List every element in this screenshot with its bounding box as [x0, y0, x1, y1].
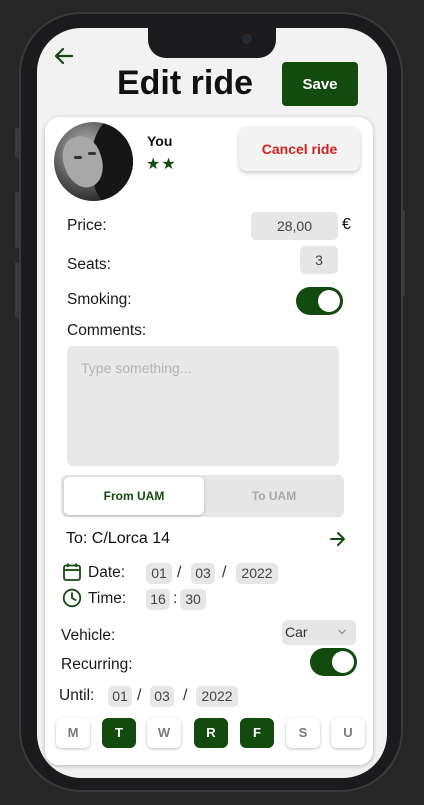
- time-label: Time:: [88, 590, 127, 607]
- user-name: You: [147, 133, 173, 149]
- app-screen: Edit ride Save You ★★ Cancel ride Price:…: [37, 28, 387, 778]
- save-button[interactable]: Save: [282, 62, 358, 106]
- direction-segmented-control: From UAM To UAM: [61, 475, 344, 517]
- day-toggle-monday[interactable]: M: [56, 718, 90, 748]
- vehicle-select[interactable]: Car: [282, 620, 356, 645]
- side-button: [15, 192, 19, 248]
- until-month-input[interactable]: 03: [150, 686, 174, 707]
- rating-stars: ★★: [146, 156, 177, 173]
- arrow-right-icon[interactable]: [329, 530, 347, 548]
- side-button: [15, 262, 19, 318]
- ride-card: You ★★ Cancel ride Price: 28,00 € Seats:…: [45, 117, 373, 765]
- day-toggle-friday[interactable]: F: [240, 718, 274, 748]
- tab-to-uam[interactable]: To UAM: [206, 477, 342, 515]
- until-day-input[interactable]: 01: [108, 686, 132, 707]
- date-year-input[interactable]: 2022: [236, 563, 278, 584]
- smoking-label: Smoking:: [67, 291, 132, 308]
- until-year-input[interactable]: 2022: [196, 686, 238, 707]
- clock-icon: [62, 588, 82, 608]
- comments-label: Comments:: [67, 322, 147, 339]
- destination-text: To: C/Lorca 14: [66, 530, 171, 547]
- time-minute-input[interactable]: 30: [180, 589, 206, 610]
- notch: [148, 28, 276, 58]
- until-label: Until:: [59, 687, 95, 704]
- tab-from-uam[interactable]: From UAM: [64, 477, 204, 515]
- recurring-label: Recurring:: [61, 656, 133, 673]
- date-label: Date:: [88, 564, 126, 581]
- seats-label: Seats:: [67, 256, 111, 273]
- camera: [242, 34, 252, 44]
- time-hour-input[interactable]: 16: [146, 589, 170, 610]
- price-label: Price:: [67, 217, 107, 234]
- vehicle-label: Vehicle:: [61, 627, 116, 644]
- day-toggle-wednesday[interactable]: W: [147, 718, 181, 748]
- date-month-input[interactable]: 03: [191, 563, 215, 584]
- avatar: [54, 122, 133, 201]
- date-day-input[interactable]: 01: [146, 563, 172, 584]
- side-button: [15, 128, 19, 158]
- seats-input[interactable]: 3: [300, 246, 338, 274]
- day-toggle-tuesday[interactable]: T: [102, 718, 136, 748]
- calendar-icon: [63, 563, 81, 581]
- cancel-ride-button[interactable]: Cancel ride: [239, 127, 360, 171]
- comments-textarea[interactable]: [67, 346, 339, 466]
- price-input[interactable]: 28,00: [251, 212, 338, 240]
- day-toggle-thursday[interactable]: R: [194, 718, 228, 748]
- day-toggle-sunday[interactable]: U: [331, 718, 365, 748]
- day-toggle-saturday[interactable]: S: [286, 718, 320, 748]
- recurring-toggle[interactable]: [310, 648, 357, 676]
- vehicle-selected-value: Car: [285, 624, 308, 640]
- chevron-down-icon: [338, 629, 346, 635]
- side-button: [401, 210, 405, 296]
- currency-label: €: [342, 216, 351, 233]
- smoking-toggle[interactable]: [296, 287, 343, 315]
